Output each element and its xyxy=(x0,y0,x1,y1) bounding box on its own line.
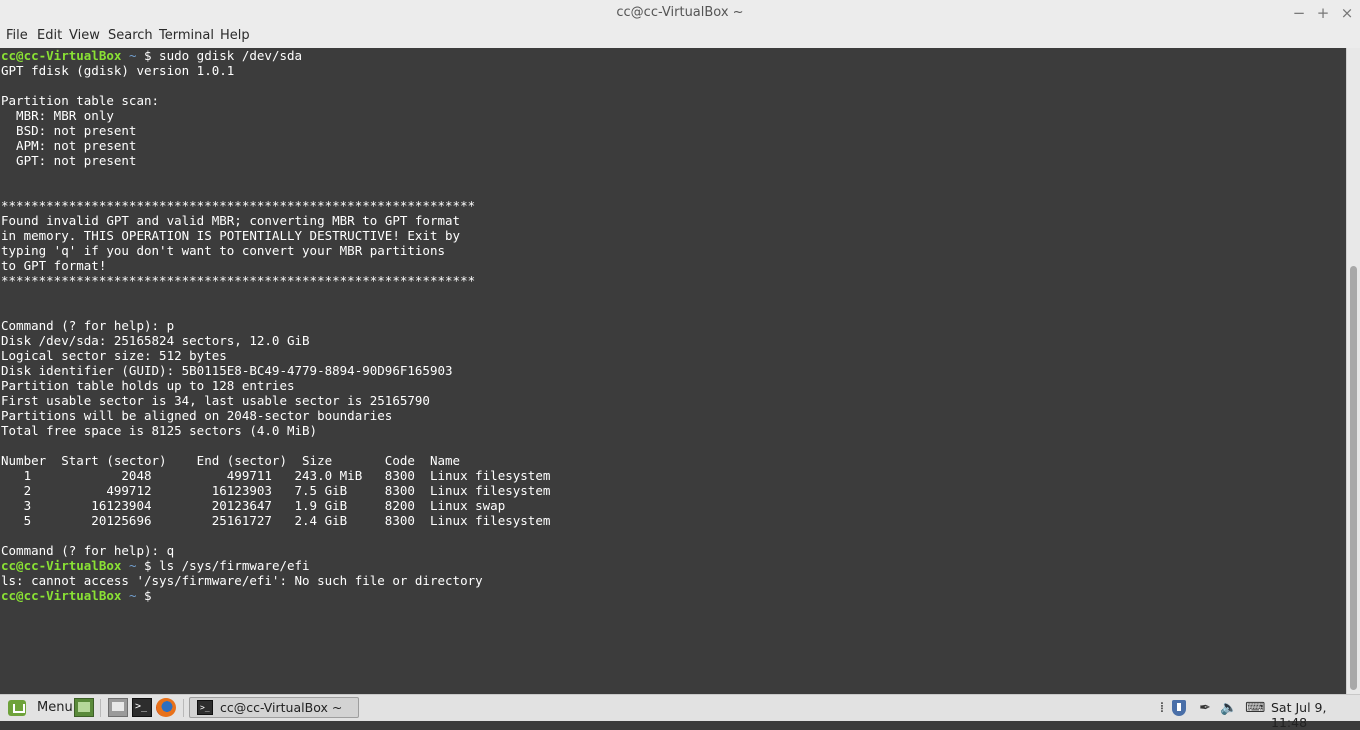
terminal-output-line: 1 2048 499711 243.0 MiB 8300 Linux files… xyxy=(1,468,551,483)
bottom-panel: Menu >_ >_ cc@cc-VirtualBox ~ ⁞ ✒ 🔈 ⌨ Sa… xyxy=(0,694,1360,730)
terminal-output-line: typing 'q' if you don't want to convert … xyxy=(1,243,446,258)
terminal-output-line: Number Start (sector) End (sector) Size … xyxy=(1,453,461,468)
menu-help[interactable]: Help xyxy=(220,28,250,43)
terminal-prompt-line: cc@cc-VirtualBox ~ $ xyxy=(1,588,1346,603)
prompt-command xyxy=(152,588,160,603)
terminal-output-line xyxy=(1,438,1346,453)
start-menu-button[interactable]: Menu xyxy=(4,697,73,719)
terminal-output-line: Command (? for help): q xyxy=(1,543,175,558)
terminal-output-line: ****************************************… xyxy=(1,198,476,213)
terminal-output-line: Partitions will be aligned on 2048-secto… xyxy=(1,408,393,423)
close-button[interactable]: × xyxy=(1336,3,1358,23)
terminal-output-line: ls: cannot access '/sys/firmware/efi': N… xyxy=(1,573,483,588)
prompt-dir: ~ xyxy=(121,588,144,603)
prompt-user: cc@cc-VirtualBox xyxy=(1,558,122,573)
prompt-symbol: $ xyxy=(144,48,152,63)
menu-view[interactable]: View xyxy=(69,28,100,43)
prompt-command: ls /sys/firmware/efi xyxy=(151,558,310,573)
taskbar-window-button[interactable]: >_ cc@cc-VirtualBox ~ xyxy=(189,697,359,718)
window-title: cc@cc-VirtualBox ~ xyxy=(616,5,744,20)
terminal-output-line: to GPT format! xyxy=(1,258,107,273)
start-menu-label: Menu xyxy=(37,700,73,715)
terminal-output-line: Total free space is 8125 sectors (4.0 Mi… xyxy=(1,423,318,438)
menu-file[interactable]: File xyxy=(6,28,28,43)
terminal-output-line: Found invalid GPT and valid MBR; convert… xyxy=(1,213,461,228)
terminal-output-line xyxy=(1,303,1346,318)
prompt-user: cc@cc-VirtualBox xyxy=(1,588,122,603)
keyboard-icon[interactable]: ⌨ xyxy=(1245,699,1265,717)
volume-icon[interactable]: 🔈 xyxy=(1219,699,1239,717)
terminal-output-line: Disk /dev/sda: 25165824 sectors, 12.0 Gi… xyxy=(1,333,310,348)
panel-separator xyxy=(183,699,184,717)
mint-logo-icon xyxy=(8,700,26,716)
terminal-output-line xyxy=(1,168,1346,183)
terminal-output-line: Partition table holds up to 128 entries xyxy=(1,378,295,393)
menu-search[interactable]: Search xyxy=(108,28,153,43)
terminal-output-line: in memory. THIS OPERATION IS POTENTIALLY… xyxy=(1,228,461,243)
shield-icon[interactable] xyxy=(1172,700,1186,716)
terminal-output-line: MBR: MBR only xyxy=(1,108,114,123)
prompt-command: sudo gdisk /dev/sda xyxy=(151,48,303,63)
terminal-output-line: First usable sector is 34, last usable s… xyxy=(1,393,430,408)
terminal-prompt-line: cc@cc-VirtualBox ~ $ ls /sys/firmware/ef… xyxy=(1,558,1346,573)
terminal-scrollbar[interactable] xyxy=(1346,48,1360,694)
window-titlebar[interactable]: cc@cc-VirtualBox ~ − + × xyxy=(0,0,1360,28)
terminal-output-line: Command (? for help): p xyxy=(1,318,175,333)
terminal-output-line xyxy=(1,183,1346,198)
terminal-output-line: APM: not present xyxy=(1,138,137,153)
terminal-output-line xyxy=(1,288,1346,303)
terminal-output-line: GPT fdisk (gdisk) version 1.0.1 xyxy=(1,63,235,78)
terminal-output-line: ****************************************… xyxy=(1,273,476,288)
prompt-dir: ~ xyxy=(121,558,144,573)
terminal-text: cc@cc-VirtualBox ~ $ sudo gdisk /dev/sda… xyxy=(0,48,1346,603)
panel-clock[interactable]: Sat Jul 9, 11:48 xyxy=(1271,700,1360,730)
terminal-output-line: GPT: not present xyxy=(1,153,137,168)
terminal-output-line: Logical sector size: 512 bytes xyxy=(1,348,227,363)
menu-terminal[interactable]: Terminal xyxy=(159,28,214,43)
panel-separator xyxy=(100,699,101,717)
maximize-button[interactable]: + xyxy=(1312,3,1334,23)
prompt-user: cc@cc-VirtualBox xyxy=(1,48,122,63)
terminal-output[interactable]: cc@cc-VirtualBox ~ $ sudo gdisk /dev/sda… xyxy=(0,48,1346,694)
bluetooth-icon[interactable]: ✒ xyxy=(1196,699,1214,717)
menu-bar: File Edit View Search Terminal Help xyxy=(0,27,1360,48)
prompt-dir: ~ xyxy=(121,48,144,63)
files-icon[interactable] xyxy=(108,698,128,717)
taskbar-window-label: cc@cc-VirtualBox ~ xyxy=(220,700,343,715)
terminal-icon: >_ xyxy=(197,700,213,715)
terminal-output-line: Partition table scan: xyxy=(1,93,160,108)
terminal-output-line: 5 20125696 25161727 2.4 GiB 8300 Linux f… xyxy=(1,513,551,528)
terminal-output-line xyxy=(1,528,1346,543)
terminal-output-line xyxy=(1,78,1346,93)
terminal-prompt-line: cc@cc-VirtualBox ~ $ sudo gdisk /dev/sda xyxy=(1,48,1346,63)
scrollbar-thumb[interactable] xyxy=(1350,266,1357,690)
terminal-output-line: 3 16123904 20123647 1.9 GiB 8200 Linux s… xyxy=(1,498,506,513)
terminal-output-line: BSD: not present xyxy=(1,123,137,138)
prompt-symbol: $ xyxy=(144,558,152,573)
firefox-icon[interactable] xyxy=(156,698,176,717)
network-icon[interactable]: ⁞ xyxy=(1156,699,1168,717)
menu-edit[interactable]: Edit xyxy=(37,28,62,43)
show-desktop-icon[interactable] xyxy=(74,698,94,717)
terminal-output-line: 2 499712 16123903 7.5 GiB 8300 Linux fil… xyxy=(1,483,551,498)
terminal-output-line: Disk identifier (GUID): 5B0115E8-BC49-47… xyxy=(1,363,453,378)
minimize-button[interactable]: − xyxy=(1288,3,1310,23)
prompt-symbol: $ xyxy=(144,588,152,603)
terminal-icon[interactable]: >_ xyxy=(132,698,152,717)
